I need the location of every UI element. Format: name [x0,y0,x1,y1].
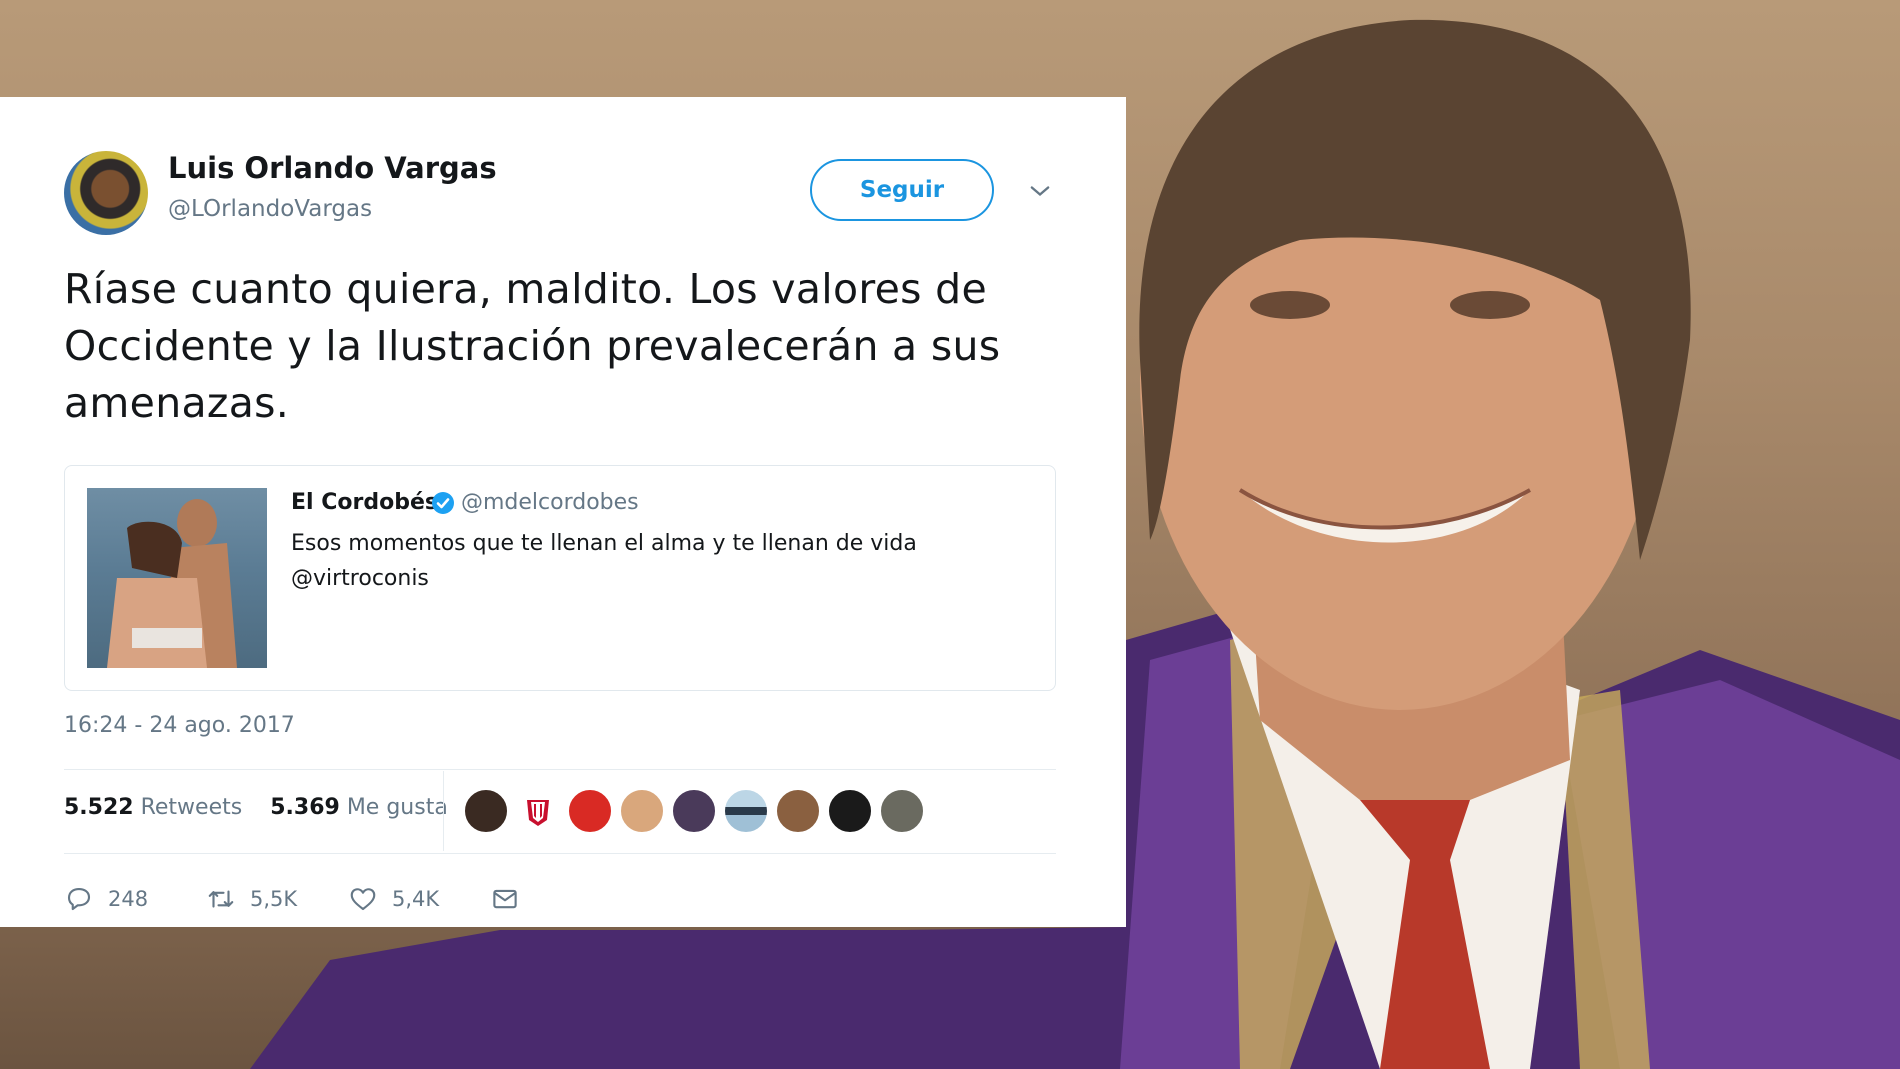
liker-avatar[interactable] [724,789,768,833]
like-button[interactable]: 5,4K [348,879,439,919]
message-icon [493,889,517,909]
tweet-stats: 5.522 Retweets 5.369 Me gusta [64,795,448,820]
tweet-timestamp[interactable]: 16:24 - 24 ago. 2017 [64,713,295,738]
quoted-author-name[interactable]: El Cordobés [291,490,438,515]
likes-stat[interactable]: 5.369 Me gusta [270,795,448,820]
reply-button[interactable]: 248 [64,879,148,919]
tweet-text: Ríase cuanto quiera, maldito. Los valore… [64,265,1001,427]
tweet-card: Luis Orlando Vargas @LOrlandoVargas Segu… [0,97,1126,927]
reply-icon [67,887,91,911]
divider [64,769,1056,770]
author-name[interactable]: Luis Orlando Vargas [168,151,497,185]
liker-avatar[interactable] [568,789,612,833]
retweet-button[interactable]: 5,5K [206,879,297,919]
follow-button[interactable]: Seguir [810,159,994,221]
retweets-count: 5.522 [64,795,134,820]
like-count: 5,4K [392,887,440,911]
quoted-tweet[interactable]: El Cordobés @mdelcordobes Esos momentos … [64,465,1056,691]
liker-avatar[interactable] [464,789,508,833]
author-avatar[interactable] [64,151,148,235]
retweets-label: Retweets [140,795,243,820]
liker-avatar[interactable] [516,789,560,833]
author-handle[interactable]: @LOrlandoVargas [168,196,372,222]
chevron-down-icon[interactable] [1026,177,1054,205]
retweet-count: 5,5K [250,887,298,911]
reply-count: 248 [108,887,149,911]
retweet-icon [208,890,234,908]
liker-avatar[interactable] [776,789,820,833]
likes-count: 5.369 [270,795,340,820]
divider [64,853,1056,854]
liker-avatar[interactable] [828,789,872,833]
quoted-author-handle[interactable]: @mdelcordobes [461,490,639,515]
like-icon [350,888,376,911]
quoted-tweet-text: Esos momentos que te llenan el alma y te… [291,531,917,591]
stats-divider [443,771,444,851]
message-button[interactable] [490,879,520,919]
quoted-tweet-image[interactable] [87,488,267,668]
liker-avatar[interactable] [672,789,716,833]
liker-avatar[interactable] [620,789,664,833]
quoted-photo [107,499,237,668]
likes-label: Me gusta [346,795,448,820]
liker-avatar[interactable] [880,789,924,833]
retweets-stat[interactable]: 5.522 Retweets [64,795,242,820]
verified-badge-icon [432,492,454,514]
